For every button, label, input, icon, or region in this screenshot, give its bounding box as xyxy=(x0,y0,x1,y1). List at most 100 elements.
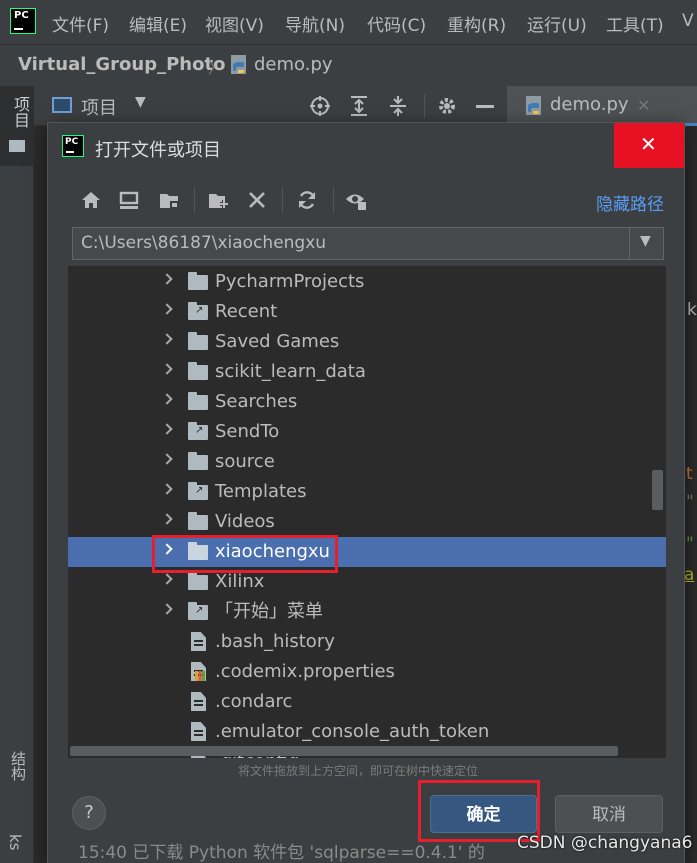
chevron-down-icon[interactable]: ▼ xyxy=(135,94,146,110)
chevron-right-icon[interactable] xyxy=(161,273,173,285)
editor-fragment: t xyxy=(686,464,693,484)
chevron-right-icon[interactable] xyxy=(161,483,173,495)
tree-row[interactable]: Saved Games xyxy=(68,327,666,357)
gear-icon[interactable] xyxy=(436,95,458,117)
folder-icon xyxy=(188,512,208,530)
tree-row-label: Xilinx xyxy=(215,571,265,592)
tree-row[interactable]: Videos xyxy=(68,507,666,537)
stripe-project-button[interactable]: 项目 xyxy=(0,86,34,166)
breadcrumb-file[interactable]: demo.py xyxy=(254,54,333,75)
tree-row[interactable]: ↗ Templates xyxy=(68,477,666,507)
chevron-right-icon[interactable] xyxy=(161,573,173,585)
collapse-all-icon[interactable] xyxy=(387,95,409,117)
tree-row[interactable]: ↗ Recent xyxy=(68,297,666,327)
stripe-structure-label[interactable]: 结构 xyxy=(8,751,29,781)
chevron-down-icon[interactable]: ▼ xyxy=(640,233,651,249)
tree-row-label: Templates xyxy=(215,481,307,502)
tree-row[interactable]: Searches xyxy=(68,387,666,417)
dialog-title: 打开文件或项目 xyxy=(95,140,221,161)
menu-navigate[interactable]: 导航(N) xyxy=(285,11,345,36)
tree-row[interactable]: .emulator_console_auth_token xyxy=(68,717,666,747)
folder-icon xyxy=(188,362,208,380)
minimize-icon[interactable] xyxy=(476,105,494,108)
tree-row-label: Videos xyxy=(215,511,275,532)
expand-all-icon[interactable] xyxy=(348,95,370,117)
project-toolwindow-header: 项目 ▼ demo.py ✕ xyxy=(34,86,697,126)
toolwindow-title[interactable]: 项目 xyxy=(81,94,117,120)
tree-row[interactable]: .codemix.properties xyxy=(68,657,666,687)
menu-run[interactable]: 运行(U) xyxy=(527,11,587,36)
tree-row-label: .bash_history xyxy=(215,631,335,652)
stripe-bookmarks-label[interactable]: ks xyxy=(6,834,24,851)
breadcrumb-project[interactable]: Virtual_Group_Photo xyxy=(18,54,225,75)
chevron-right-icon[interactable] xyxy=(161,393,173,405)
tree-row[interactable]: PycharmProjects xyxy=(68,267,666,297)
chevron-right-icon[interactable] xyxy=(161,303,173,315)
editor-fragment: a xyxy=(684,565,695,585)
tree-row[interactable]: source xyxy=(68,447,666,477)
editor-tab-demo[interactable]: demo.py ✕ xyxy=(507,86,697,126)
folder-icon xyxy=(188,452,208,470)
folder-icon xyxy=(188,572,208,590)
chevron-right-icon[interactable] xyxy=(161,363,173,375)
menu-refactor[interactable]: 重构(R) xyxy=(447,11,506,36)
desktop-icon[interactable] xyxy=(118,189,140,211)
refresh-icon[interactable] xyxy=(296,189,318,211)
menu-file[interactable]: 文件(F) xyxy=(52,11,109,36)
tree-row[interactable]: ↗ 「开始」菜单 xyxy=(68,597,666,627)
delete-icon[interactable] xyxy=(246,189,268,211)
toolbar-divider xyxy=(282,187,283,213)
new-folder-icon[interactable] xyxy=(207,189,229,211)
navigation-bar: Virtual_Group_Photo 〉 demo.py xyxy=(0,44,697,86)
editor-fragment: k xyxy=(687,300,697,320)
editor-fragment: " xyxy=(686,492,694,512)
hide-path-link[interactable]: 隐藏路径 xyxy=(596,190,664,215)
tree-row[interactable]: ↗ SendTo xyxy=(68,417,666,447)
file-tree[interactable]: PycharmProjects ↗ Recent Saved Games scikit_… xyxy=(68,266,666,758)
toolbar-divider xyxy=(333,187,334,213)
chevron-right-icon[interactable] xyxy=(161,453,173,465)
tree-row-label: SendTo xyxy=(215,421,280,442)
tree-horizontal-scrollbar[interactable] xyxy=(70,746,618,756)
menu-tools[interactable]: 工具(T) xyxy=(606,11,664,36)
tree-row-label: Searches xyxy=(215,391,298,412)
tree-vertical-scrollbar[interactable] xyxy=(652,470,663,510)
tree-row[interactable]: .bash_history xyxy=(68,627,666,657)
dialog-close-button[interactable]: ✕ xyxy=(614,123,684,168)
help-button[interactable]: ? xyxy=(72,796,106,830)
cancel-button[interactable]: 取消 xyxy=(555,795,663,833)
toolbar-divider xyxy=(194,187,195,213)
bar-chart-icon xyxy=(195,671,205,681)
python-file-icon xyxy=(231,55,246,74)
highlight-box xyxy=(152,535,338,573)
path-input[interactable]: C:\Users\86187\xiaochengxu ▼ xyxy=(72,227,664,260)
editor-fragment: " xyxy=(686,534,694,554)
watermark: CSDN @changyana6 xyxy=(517,833,693,853)
folder-shortcut-icon: ↗ xyxy=(188,602,208,620)
tree-row-label: source xyxy=(215,451,275,472)
project-folder-icon[interactable] xyxy=(158,189,180,211)
background-status-line: 15:40 已下载 Python 软件包 'sqlparse==0.4.1' 的 xyxy=(78,843,485,863)
tree-row[interactable]: scikit_learn_data xyxy=(68,357,666,387)
locate-icon[interactable] xyxy=(309,95,331,117)
show-hidden-icon[interactable] xyxy=(345,189,367,211)
tree-row[interactable]: .condarc xyxy=(68,687,666,717)
chevron-right-icon[interactable] xyxy=(161,333,173,345)
pycharm-logo-icon: PC xyxy=(10,8,36,34)
chevron-right-icon[interactable] xyxy=(161,423,173,435)
folder-icon xyxy=(9,140,25,152)
menu-code[interactable]: 代码(C) xyxy=(367,11,426,36)
drop-hint: 将文件拖放到上方空间，即可在树中快速定位 xyxy=(238,764,479,778)
file-icon xyxy=(191,722,206,741)
ok-button[interactable]: 确定 xyxy=(430,795,537,833)
home-icon[interactable] xyxy=(80,189,102,211)
tree-row-label: scikit_learn_data xyxy=(215,361,366,382)
tab-close-icon[interactable]: ✕ xyxy=(637,96,650,115)
menu-vcs[interactable]: V xyxy=(682,11,694,31)
path-input-value: C:\Users\86187\xiaochengxu xyxy=(81,233,327,253)
chevron-right-icon[interactable] xyxy=(161,603,173,615)
chevron-right-icon[interactable] xyxy=(161,513,173,525)
menu-view[interactable]: 视图(V) xyxy=(205,11,264,36)
tree-row-label: .emulator_console_auth_token xyxy=(215,721,490,742)
menu-edit[interactable]: 编辑(E) xyxy=(129,11,187,36)
